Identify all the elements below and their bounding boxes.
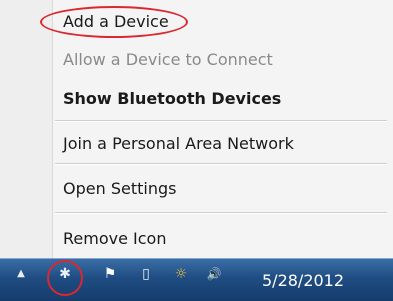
highlight-ellipse-add-device: [40, 6, 188, 38]
menu-icon-gutter: [0, 0, 52, 258]
volume-icon[interactable]: 🔊: [205, 265, 223, 283]
menu-item-allow-a-device-to-connect: Allow a Device to Connect: [63, 50, 273, 69]
bluetooth-context-menu: Add a Device Allow a Device to Connect S…: [0, 0, 393, 258]
menu-item-remove-icon[interactable]: Remove Icon: [63, 227, 383, 251]
menu-separator: [55, 120, 387, 122]
show-hidden-icons-arrow[interactable]: ▲: [12, 265, 30, 283]
menu-item-join-personal-area-network[interactable]: Join a Personal Area Network: [63, 132, 383, 156]
menu-gutter-divider: [52, 0, 53, 258]
menu-item-open-settings[interactable]: Open Settings: [63, 177, 383, 201]
menu-item-show-bluetooth-devices[interactable]: Show Bluetooth Devices: [63, 87, 383, 111]
network-icon[interactable]: ☼: [172, 265, 190, 283]
highlight-circle-bluetooth-icon: [47, 260, 83, 296]
taskbar-date[interactable]: 5/28/2012: [262, 271, 344, 290]
menu-separator: [55, 163, 387, 165]
power-icon[interactable]: ▯: [137, 265, 155, 283]
action-center-flag-icon[interactable]: ⚑: [101, 265, 119, 283]
menu-separator: [55, 212, 387, 214]
